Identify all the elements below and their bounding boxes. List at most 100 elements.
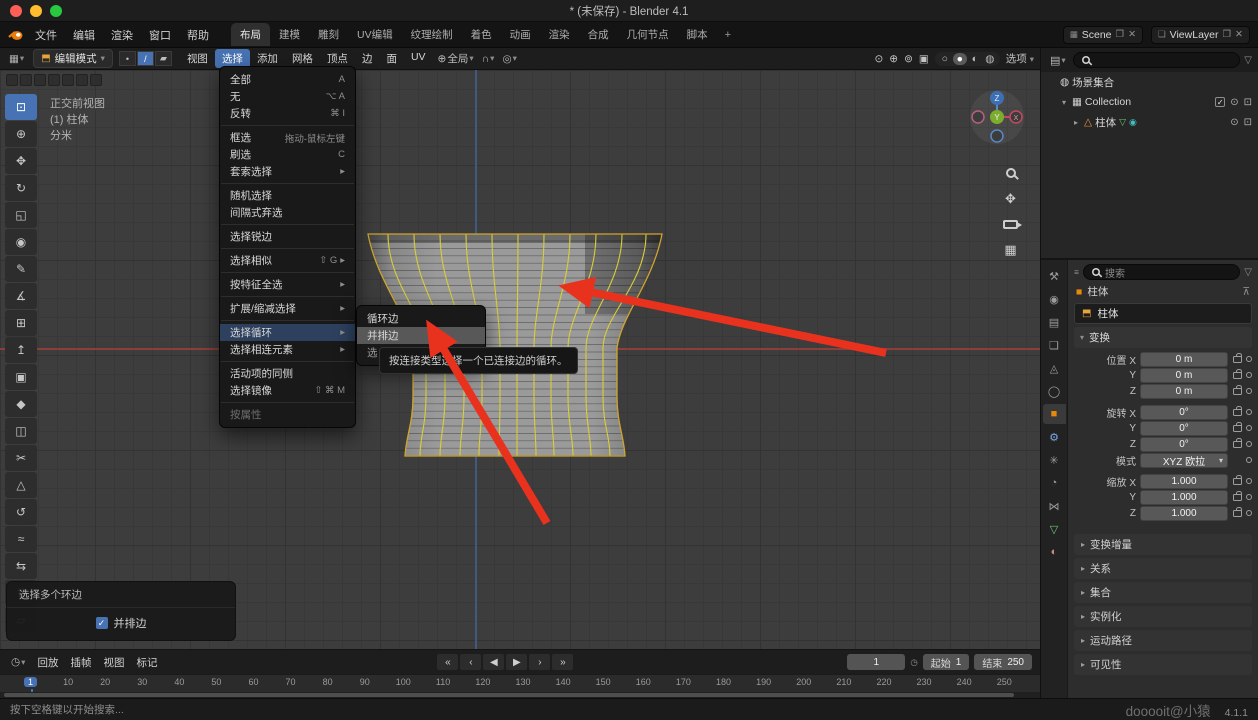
rotate-tool[interactable]: ↻ [5,175,37,201]
number-field[interactable]: 0° [1140,437,1228,452]
topbar-menu[interactable]: 文件 [27,24,65,46]
bevel-tool[interactable]: ◆ [5,391,37,417]
cursor-tool[interactable]: ⊕ [5,121,37,147]
select-menu-item[interactable]: 选择相连元素▸ [220,341,355,358]
submenu-item[interactable]: 并排边 [357,327,485,344]
ruler-tick[interactable]: 160 [636,677,651,687]
lock-icon[interactable] [1233,388,1242,395]
annotate-tool[interactable]: ✎ [5,256,37,282]
ruler-tick[interactable]: 250 [997,677,1012,687]
select-menu-item[interactable]: 套索选择▸ [220,163,355,180]
outliner-item-label[interactable]: 柱体 [1095,115,1116,130]
scene-tab[interactable]: ◬ [1043,358,1066,378]
jump-to-end-button[interactable]: » [552,654,573,670]
workspace-tab[interactable]: UV编辑 [348,23,402,46]
inset-faces-tool[interactable]: ▣ [5,364,37,390]
select-menu-item[interactable]: 活动项的同侧 [220,365,355,382]
jump-to-start-button[interactable]: « [437,654,458,670]
breadcrumb-object-name[interactable]: 柱体 [1087,284,1108,299]
viewport-menu[interactable]: 边 [355,49,380,68]
workspace-tab[interactable]: 合成 [579,23,618,46]
ruler-tick[interactable]: 230 [917,677,932,687]
topbar-menu[interactable]: 窗口 [141,24,179,46]
number-field[interactable]: 0 m [1140,352,1228,367]
new-viewlayer-icon[interactable]: ❐ [1223,29,1232,40]
ruler-tick[interactable]: 130 [515,677,530,687]
operator-panel-title[interactable]: 选择多个环边 [7,582,235,608]
timeline-scrollbar[interactable] [0,692,1040,698]
ruler-tick[interactable]: 30 [136,677,148,687]
ruler-tick[interactable]: 120 [475,677,490,687]
ruler-tick[interactable]: 20 [99,677,111,687]
material-tab[interactable]: ◐ [1043,542,1066,562]
ruler-tick[interactable]: 90 [359,677,371,687]
shading-solid-button[interactable]: ● [953,53,967,65]
lock-icon[interactable] [1233,409,1242,416]
ruler-tick[interactable]: 240 [957,677,972,687]
select-menu-item[interactable]: 无⌥ A [220,88,355,105]
output-tab[interactable]: ▤ [1043,312,1066,332]
animate-dot-icon[interactable] [1246,494,1252,500]
lock-icon[interactable] [1233,494,1242,501]
ruler-tick[interactable]: 100 [396,677,411,687]
pin-icon[interactable]: ⊼ [1242,286,1250,298]
physics-tab[interactable]: ◔ [1043,473,1066,493]
spin-tool[interactable]: ↺ [5,499,37,525]
select-menu-item[interactable]: 选择锐边 [220,228,355,245]
animate-dot-icon[interactable] [1246,409,1252,415]
shading-wireframe-button[interactable]: ○ [938,53,952,65]
box-select-tool[interactable]: ⊡ [5,94,37,120]
collection-row[interactable]: ▾▦Collection✓⊙⊡ [1041,92,1258,112]
rotation-mode-dropdown[interactable]: XYZ 欧拉▾ [1140,453,1228,468]
animate-dot-icon[interactable] [1246,441,1252,447]
select-menu-item[interactable]: 刷选C [220,146,355,163]
tool-setting-icon[interactable] [20,74,32,86]
select-menu-item[interactable]: 间隔式弃选 [220,204,355,221]
workspace-tab[interactable]: 渲染 [540,23,579,46]
hide-eye-icon[interactable]: ⊙ [1230,117,1238,128]
timeline-menu[interactable]: 标记 [130,653,163,672]
topbar-menu[interactable]: 帮助 [179,24,217,46]
lock-icon[interactable] [1233,510,1242,517]
animate-dot-icon[interactable] [1246,510,1252,516]
next-keyframe-button[interactable]: › [529,654,550,670]
disable-render-camera-icon[interactable]: ⊡ [1244,97,1252,108]
scale-tool[interactable]: ◱ [5,202,37,228]
properties-section-header[interactable]: ▸集合 [1074,582,1252,603]
pan-hand-icon[interactable]: ✥ [1005,191,1016,207]
properties-search-input[interactable]: 搜索 [1083,264,1240,280]
orientation-selector[interactable]: ⊕全局▾ [435,51,477,66]
lock-icon[interactable] [1233,372,1242,379]
outliner-search-input[interactable] [1073,52,1241,68]
transform-tool[interactable]: ◉ [5,229,37,255]
select-menu-item[interactable]: 选择循环▸ [220,324,355,341]
ruler-tick[interactable]: 220 [876,677,891,687]
gizmos-toggle-icon[interactable]: ⊕ [889,53,898,65]
poly-build-tool[interactable]: △ [5,472,37,498]
tool-setting-icon[interactable] [62,74,74,86]
scene-collection-row[interactable]: ◍场景集合 [1041,72,1258,92]
current-frame-field[interactable]: 1 [847,654,905,670]
number-field[interactable]: 0° [1140,421,1228,436]
ruler-tick[interactable]: 210 [836,677,851,687]
ruler-tick[interactable]: 50 [210,677,222,687]
proportional-edit-icon[interactable]: ◎▾ [499,53,519,65]
visibility-dropdown-icon[interactable]: ⊙ [874,53,883,65]
viewport-menu[interactable]: 视图 [180,49,215,68]
shading-material-button[interactable]: ◐ [968,53,982,65]
select-menu-item[interactable]: 选择镜像⇧ ⌘ M [220,382,355,399]
lock-icon[interactable] [1233,425,1242,432]
tool-setting-icon[interactable] [34,74,46,86]
lock-icon[interactable] [1233,478,1242,485]
particles-tab[interactable]: ✳ [1043,450,1066,470]
select-menu-item[interactable]: 随机选择 [220,187,355,204]
modifiers-tab[interactable]: ⚙ [1043,427,1066,447]
animate-dot-icon[interactable] [1246,388,1252,394]
ruler-tick[interactable]: 10 [62,677,74,687]
expand-caret-icon[interactable]: ▸ [1071,118,1081,127]
tool-setting-icon[interactable] [76,74,88,86]
edge-select-mode-button[interactable]: / [137,51,154,66]
workspace-tab[interactable]: 纹理绘制 [402,23,462,46]
ruler-tick[interactable]: 190 [756,677,771,687]
workspace-tab[interactable]: 动画 [501,23,540,46]
